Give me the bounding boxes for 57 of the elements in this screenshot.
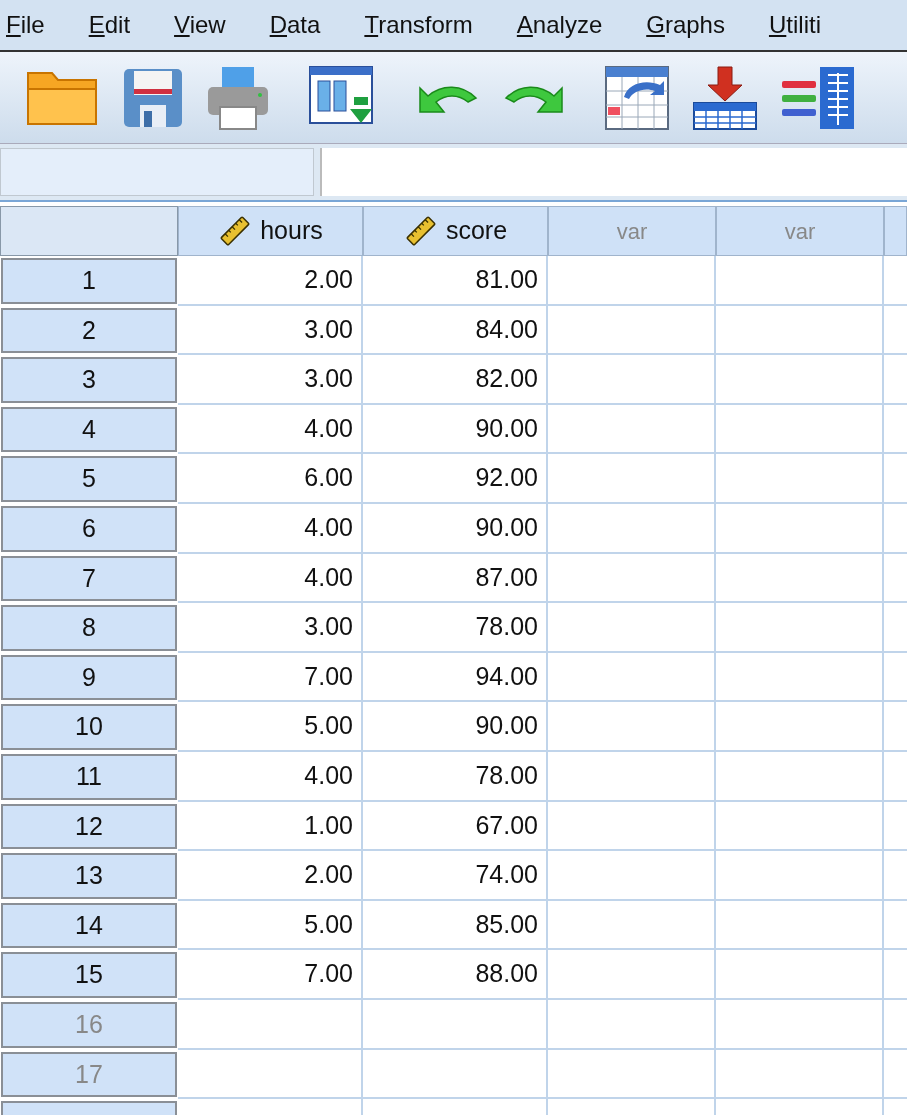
menu-item[interactable]: Graphs bbox=[646, 7, 725, 43]
column-header[interactable]: hours bbox=[178, 206, 363, 256]
row-header[interactable]: 11 bbox=[1, 753, 177, 800]
table-cell: 90.00 bbox=[363, 404, 548, 455]
table-cell: 2.00 bbox=[178, 256, 363, 306]
table-cell: 4.00 bbox=[178, 404, 363, 455]
table-cell: 85.00 bbox=[363, 900, 548, 951]
table-cell: 81.00 bbox=[363, 256, 548, 306]
row-header[interactable]: 4 bbox=[1, 406, 177, 453]
table-cell: 3.00 bbox=[178, 603, 363, 653]
table-cell: 88.00 bbox=[363, 950, 548, 1000]
table-cell: 3.00 bbox=[178, 305, 363, 356]
table-cell: 74.00 bbox=[363, 851, 548, 901]
table-cell: 94.00 bbox=[363, 652, 548, 703]
row-header[interactable]: 1 bbox=[1, 258, 177, 304]
menu-item[interactable]: File bbox=[6, 7, 45, 43]
table-cell: 87.00 bbox=[363, 553, 548, 604]
table-cell: 7.00 bbox=[178, 652, 363, 703]
table-cell: 2.00 bbox=[178, 851, 363, 901]
menu-item[interactable]: View bbox=[174, 7, 226, 43]
table-cell: 92.00 bbox=[363, 454, 548, 504]
row-header[interactable]: 14 bbox=[1, 902, 177, 949]
table-cell: 90.00 bbox=[363, 503, 548, 554]
menu-item[interactable]: Data bbox=[269, 7, 321, 43]
row-header[interactable]: 7 bbox=[1, 555, 177, 602]
table-cell: 5.00 bbox=[178, 900, 363, 951]
row-header[interactable]: 2 bbox=[1, 307, 177, 354]
table-cell: 5.00 bbox=[178, 702, 363, 752]
menu-item[interactable]: Edit bbox=[88, 7, 131, 43]
cell-value-field[interactable] bbox=[320, 148, 907, 196]
table-cell: 78.00 bbox=[363, 751, 548, 802]
table-cell: 84.00 bbox=[363, 305, 548, 356]
row-header[interactable]: 5 bbox=[1, 456, 177, 502]
row-header[interactable]: 10 bbox=[1, 704, 177, 750]
table-cell: 6.00 bbox=[178, 454, 363, 504]
table-cell: 90.00 bbox=[363, 702, 548, 752]
row-header[interactable]: 3 bbox=[1, 357, 177, 403]
table-cell: 7.00 bbox=[178, 950, 363, 1000]
menu-item[interactable]: Utiliti bbox=[768, 7, 821, 43]
table-cell: 4.00 bbox=[178, 503, 363, 554]
row-header[interactable]: 12 bbox=[1, 803, 177, 850]
menu-item[interactable]: Analyze bbox=[516, 7, 603, 43]
row-header[interactable]: 15 bbox=[1, 952, 177, 998]
table-cell: 82.00 bbox=[363, 355, 548, 405]
cell-reference-field[interactable] bbox=[0, 148, 314, 196]
row-header[interactable]: 9 bbox=[1, 654, 177, 701]
table-cell: 1.00 bbox=[178, 801, 363, 852]
table-cell: 78.00 bbox=[363, 603, 548, 653]
column-header[interactable]: score bbox=[363, 206, 548, 256]
table-cell: 67.00 bbox=[363, 801, 548, 852]
table-cell: 3.00 bbox=[178, 355, 363, 405]
row-header[interactable]: 6 bbox=[1, 505, 177, 552]
table-cell: 4.00 bbox=[178, 553, 363, 604]
table-cell: 4.00 bbox=[178, 751, 363, 802]
row-header[interactable]: 8 bbox=[1, 605, 177, 651]
row-header[interactable]: 13 bbox=[1, 853, 177, 899]
menu-item[interactable]: Transform bbox=[364, 7, 473, 43]
